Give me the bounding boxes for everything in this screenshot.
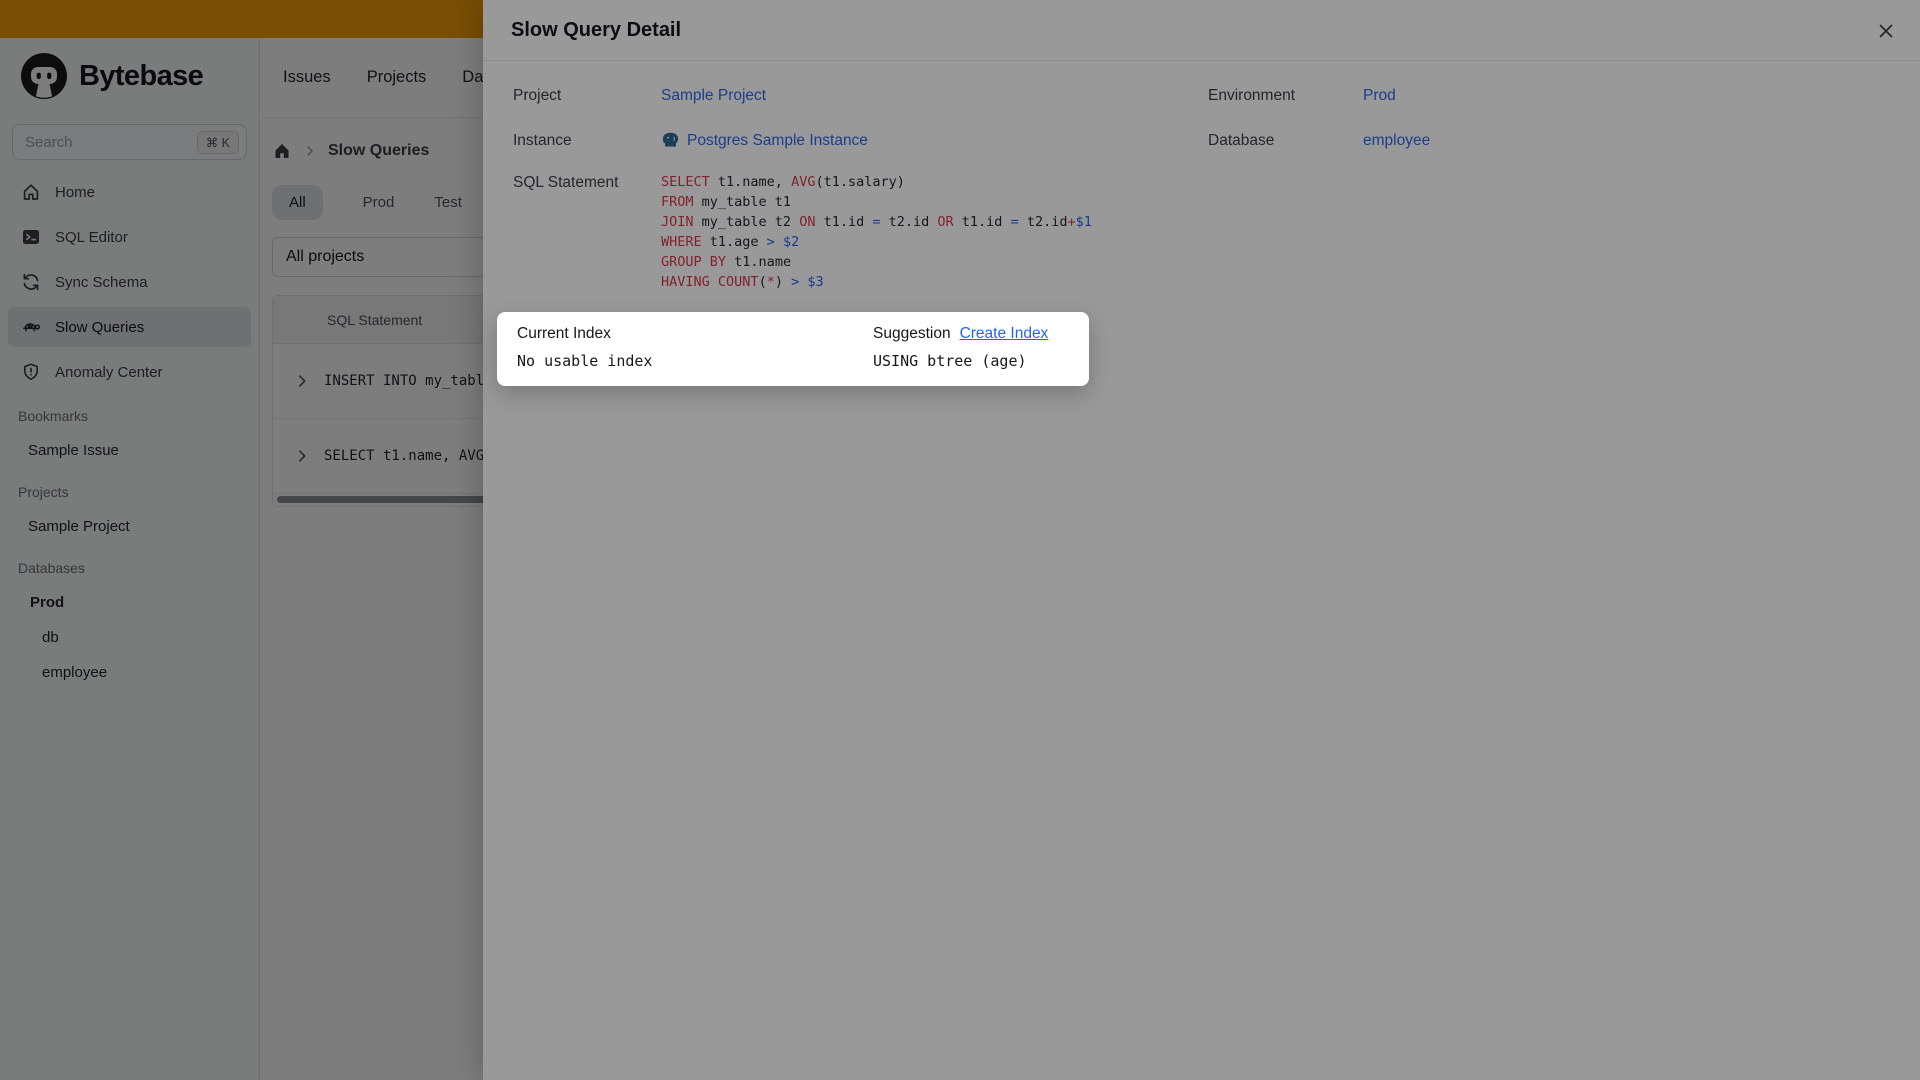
current-index-value: No usable index: [517, 352, 653, 370]
index-advisor-popover: Current Index Suggestion Create Index No…: [497, 312, 1089, 386]
current-index-header: Current Index: [517, 325, 611, 342]
suggestion-label: Suggestion: [873, 325, 951, 342]
suggestion-value: USING btree (age): [873, 352, 1027, 370]
suggestion-header: Suggestion Create Index: [873, 325, 1069, 343]
create-index-link[interactable]: Create Index: [960, 325, 1049, 343]
popover-backdrop[interactable]: [0, 0, 1920, 1080]
